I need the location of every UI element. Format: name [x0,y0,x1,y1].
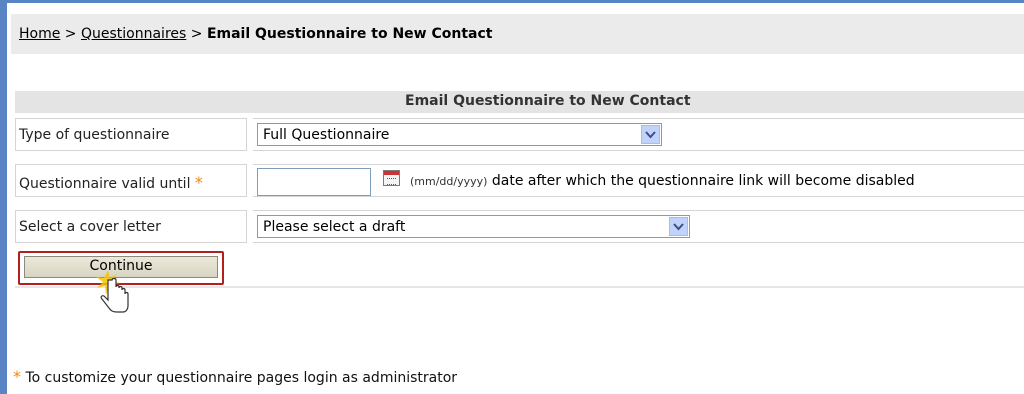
chevron-down-icon[interactable] [641,125,660,144]
type-row: Type of questionnaire Full Questionnaire [15,118,1024,151]
type-select[interactable]: Full Questionnaire [257,123,662,146]
cover-letter-row: Select a cover letter Please select a dr… [15,210,1024,243]
required-star-icon: * [194,173,203,192]
valid-until-label-text: Questionnaire valid until [19,176,191,192]
calendar-icon[interactable] [383,170,400,186]
breadcrumb: Home > Questionnaires > Email Questionna… [11,14,1024,54]
required-star-icon: * [13,367,21,386]
breadcrumb-questionnaires-link[interactable]: Questionnaires [81,26,186,42]
breadcrumb-separator: > [60,26,81,42]
left-rule [0,0,7,394]
cover-letter-select-value: Please select a draft [263,219,406,235]
valid-until-label: Questionnaire valid until * [15,164,247,197]
date-hint: (mm/dd/yyyy) date after which the questi… [410,173,915,189]
hand-cursor-icon [96,270,129,313]
date-format: (mm/dd/yyyy) [410,175,488,188]
date-hint-text: date after which the questionnaire link … [487,173,915,189]
cover-letter-label: Select a cover letter [15,210,247,243]
panel-title: Email Questionnaire to New Contact [15,91,1024,113]
top-rule [0,0,1024,3]
breadcrumb-separator: > [186,26,207,42]
type-field-cell: Full Questionnaire [253,118,1024,151]
footer-note-text: To customize your questionnaire pages lo… [21,370,458,386]
chevron-down-icon[interactable] [669,217,688,236]
divider [15,286,1024,288]
valid-until-row: Questionnaire valid until * (mm/dd/yyyy)… [15,164,1024,197]
valid-until-date-input[interactable] [257,168,371,196]
valid-until-field-cell: (mm/dd/yyyy) date after which the questi… [253,164,1024,197]
breadcrumb-current: Email Questionnaire to New Contact [206,26,493,42]
type-select-value: Full Questionnaire [263,127,390,143]
type-label: Type of questionnaire [15,118,247,151]
breadcrumb-home-link[interactable]: Home [19,26,60,42]
cover-letter-select[interactable]: Please select a draft [257,215,690,238]
cover-letter-field-cell: Please select a draft [253,210,1024,243]
footer-note: * To customize your questionnaire pages … [13,367,457,386]
